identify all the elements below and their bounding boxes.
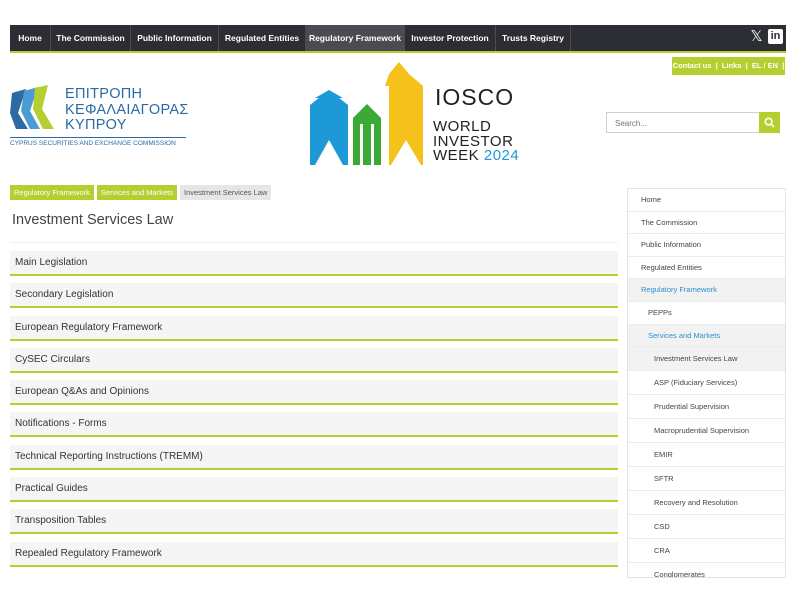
nav-the-commission[interactable]: The Commission bbox=[51, 25, 131, 51]
accordion-notifications-forms[interactable]: Notifications - Forms bbox=[10, 412, 618, 438]
nav-investor-protection[interactable]: Investor Protection bbox=[405, 25, 496, 51]
accordion-main-legislation[interactable]: Main Legislation bbox=[10, 251, 618, 276]
side-menu-macroprudential-supervision[interactable]: Macroprudential Supervision bbox=[628, 419, 785, 444]
side-menu-recovery-and-resolution[interactable]: Recovery and Resolution bbox=[628, 491, 785, 516]
cysec-logo[interactable]: ΕΠΙΤΡΟΠΗ ΚΕΦΑΛΑΙΑΓΟΡΑΣ ΚΥΠΡΟΥ CYPRUS SEC… bbox=[10, 83, 190, 148]
title-divider bbox=[10, 242, 618, 243]
search-button[interactable] bbox=[759, 112, 780, 133]
accordion-practical-guides[interactable]: Practical Guides bbox=[10, 477, 618, 503]
accordion: Main Legislation Secondary Legislation E… bbox=[10, 251, 618, 574]
search-input[interactable] bbox=[607, 114, 757, 133]
side-menu-regulated-entities[interactable]: Regulated Entities bbox=[628, 257, 785, 280]
side-menu-regulatory-framework[interactable]: Regulatory Framework bbox=[628, 279, 785, 302]
logo-wordmark: ΕΠΙΤΡΟΠΗ ΚΕΦΑΛΑΙΑΓΟΡΑΣ ΚΥΠΡΟΥ bbox=[65, 86, 189, 134]
accordion-technical-reporting[interactable]: Technical Reporting Instructions (TREMM) bbox=[10, 444, 618, 470]
cysec-logo-mark-icon bbox=[10, 85, 54, 129]
side-menu-cra[interactable]: CRA bbox=[628, 539, 785, 564]
logo-line-1: ΕΠΙΤΡΟΠΗ bbox=[65, 86, 143, 102]
accordion-secondary-legislation[interactable]: Secondary Legislation bbox=[10, 283, 618, 309]
nav-home[interactable]: Home bbox=[10, 25, 51, 51]
side-menu-home[interactable]: Home bbox=[628, 189, 785, 212]
side-menu-the-commission[interactable]: The Commission bbox=[628, 212, 785, 235]
page-title: Investment Services Law bbox=[12, 212, 174, 228]
search-icon bbox=[764, 117, 775, 128]
banner-year: 2024 bbox=[483, 147, 520, 164]
breadcrumb: Regulatory Framework Services and Market… bbox=[10, 185, 272, 200]
search-box bbox=[606, 112, 780, 133]
nav-regulated-entities[interactable]: Regulated Entities bbox=[219, 25, 306, 51]
logo-subtitle: CYPRUS SECURITIES AND EXCHANGE COMMISSIO… bbox=[10, 137, 186, 147]
breadcrumb-regulatory-framework[interactable]: Regulatory Framework bbox=[10, 185, 94, 200]
side-menu-services-and-markets[interactable]: Services and Markets bbox=[628, 324, 785, 348]
accordion-repealed-framework[interactable]: Repealed Regulatory Framework bbox=[10, 541, 618, 567]
side-menu-public-information[interactable]: Public Information bbox=[628, 234, 785, 257]
world-investor-week-text: WORLD INVESTOR WEEK 2024 bbox=[433, 119, 520, 164]
social-links: 𝕏 in bbox=[749, 28, 783, 45]
logo-line-3: ΚΥΠΡΟΥ bbox=[65, 117, 127, 133]
banner-line-3: WEEK bbox=[433, 147, 480, 164]
side-menu-sftr[interactable]: SFTR bbox=[628, 467, 785, 492]
contact-bar: Contact us | Links | EL / EN | bbox=[672, 57, 785, 75]
side-menu-prudential-supervision[interactable]: Prudential Supervision bbox=[628, 395, 785, 420]
breadcrumb-services-and-markets[interactable]: Services and Markets bbox=[96, 185, 177, 200]
side-menu-conglomerates[interactable]: Conglomerates bbox=[628, 563, 785, 577]
accordion-european-qas[interactable]: European Q&As and Opinions bbox=[10, 380, 618, 406]
side-menu-emir[interactable]: EMIR bbox=[628, 443, 785, 468]
nav-public-information[interactable]: Public Information bbox=[131, 25, 219, 51]
side-menu-pepps[interactable]: PEPPs bbox=[628, 302, 785, 325]
pencil-bars-icon bbox=[310, 62, 423, 165]
nav-trusts-registry[interactable]: Trusts Registry bbox=[496, 25, 571, 51]
linkedin-icon[interactable]: in bbox=[768, 29, 783, 44]
side-menu-investment-services-law[interactable]: Investment Services Law bbox=[628, 347, 785, 372]
side-menu-csd[interactable]: CSD bbox=[628, 515, 785, 540]
breadcrumb-current: Investment Services Law bbox=[179, 185, 272, 200]
side-menu-asp[interactable]: ASP (Fiduciary Services) bbox=[628, 371, 785, 396]
nav-regulatory-framework[interactable]: Regulatory Framework bbox=[306, 25, 405, 51]
iosco-logo: IOSCO bbox=[435, 84, 515, 110]
x-twitter-icon[interactable]: 𝕏 bbox=[749, 28, 764, 45]
accordion-transposition-tables[interactable]: Transposition Tables bbox=[10, 509, 618, 535]
accordion-cysec-circulars[interactable]: CySEC Circulars bbox=[10, 347, 618, 373]
world-investor-week-banner[interactable]: IOSCO WORLD INVESTOR WEEK 2024 bbox=[305, 60, 525, 170]
contact-us-link[interactable]: Contact us bbox=[673, 61, 712, 70]
top-navigation: Home The Commission Public Information R… bbox=[10, 25, 786, 53]
side-menu: Home The Commission Public Information R… bbox=[627, 188, 786, 578]
language-switch[interactable]: EL / EN bbox=[752, 61, 778, 70]
logo-line-2: ΚΕΦΑΛΑΙΑΓΟΡΑΣ bbox=[65, 101, 189, 118]
accordion-european-regulatory-framework[interactable]: European Regulatory Framework bbox=[10, 315, 618, 341]
links-link[interactable]: Links bbox=[722, 61, 742, 70]
